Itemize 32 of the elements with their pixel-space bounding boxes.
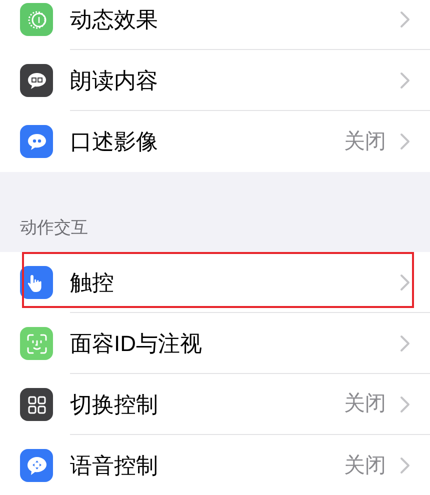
settings-row[interactable]: 面容ID与注视 bbox=[0, 313, 430, 374]
chevron-icon bbox=[400, 396, 410, 412]
row-value: 关闭 bbox=[344, 128, 386, 155]
hand-icon bbox=[20, 266, 53, 299]
row-label: 动态效果 bbox=[70, 6, 159, 34]
settings-row[interactable]: 朗读内容 bbox=[0, 50, 430, 111]
settings-row[interactable]: 触控 bbox=[0, 252, 430, 313]
row-label: 口述影像 bbox=[70, 128, 159, 156]
settings-row[interactable]: 切换控制 关闭 bbox=[0, 374, 430, 435]
quote-bubble-icon bbox=[20, 125, 53, 158]
chevron-icon bbox=[400, 457, 410, 474]
settings-row[interactable]: 口述影像 关闭 bbox=[0, 111, 430, 172]
row-value: 关闭 bbox=[344, 452, 386, 479]
row-label: 语音控制 bbox=[70, 452, 159, 480]
chevron-icon bbox=[400, 334, 410, 352]
grid-icon bbox=[20, 388, 53, 421]
speech-bubble-icon bbox=[20, 64, 53, 97]
section-header: 动作交互 bbox=[20, 216, 88, 238]
row-value: 关闭 bbox=[344, 391, 386, 418]
row-label: 触控 bbox=[70, 268, 115, 296]
settings-row[interactable]: 语音控制 关闭 bbox=[0, 435, 430, 495]
row-label: 切换控制 bbox=[70, 390, 159, 418]
settings-row[interactable]: 动态效果 bbox=[0, 0, 430, 50]
chevron-icon bbox=[400, 72, 410, 88]
row-label: 朗读内容 bbox=[70, 66, 159, 94]
voice-bubble-icon bbox=[20, 449, 53, 482]
chevron-icon bbox=[400, 10, 410, 28]
chevron-icon bbox=[400, 133, 410, 150]
face-icon bbox=[20, 327, 53, 360]
circles-icon bbox=[20, 3, 53, 36]
chevron-icon bbox=[400, 274, 410, 290]
row-label: 面容ID与注视 bbox=[70, 330, 203, 358]
